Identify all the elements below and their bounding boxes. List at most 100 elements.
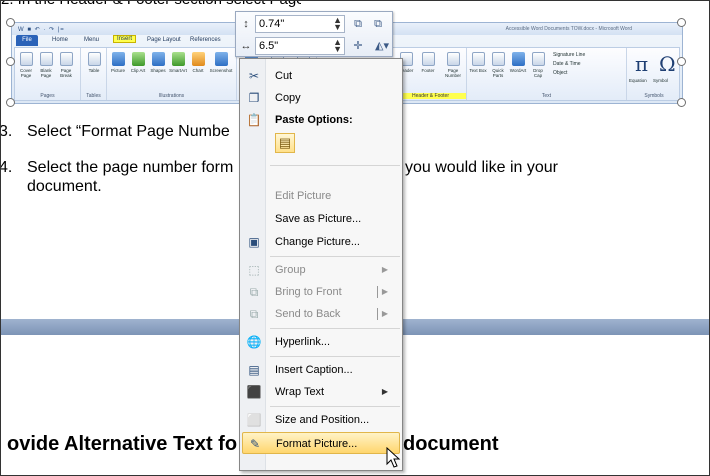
menu-separator xyxy=(270,165,400,166)
clip-art-button: Clip Art xyxy=(129,52,147,73)
menu-item-label: Paste Options: xyxy=(275,114,353,126)
document-partial-line: 2. In the Header & Footer section select… xyxy=(1,1,301,8)
picture-button: Picture xyxy=(109,52,127,73)
menu-item-label: Group xyxy=(275,264,306,276)
shape-height-icon: ↕ xyxy=(243,18,249,30)
blank-page-button: Blank Page xyxy=(37,52,55,78)
menu-separator xyxy=(270,406,400,407)
menu-item-label: Save as Picture... xyxy=(275,213,362,225)
keep-source-formatting-paste-icon[interactable]: ▤ xyxy=(275,133,295,153)
tab-home: Home xyxy=(52,37,69,43)
object-button: Object xyxy=(553,70,568,76)
step-4-number: 4. xyxy=(0,159,13,176)
section-heading-left: ovide Alternative Text fo xyxy=(7,433,238,455)
menu-item-copy[interactable]: ❐ Copy xyxy=(242,87,400,109)
menu-item-paste-options: 📋 Paste Options: xyxy=(242,109,400,131)
menu-item-hyperlink[interactable]: 🌐 Hyperlink... xyxy=(242,331,400,353)
menu-item-edit-picture[interactable]: Edit Picture xyxy=(242,185,400,207)
tab-insert: Insert xyxy=(113,35,137,43)
width-spinner-icon[interactable]: ▲ ▼ xyxy=(333,38,342,54)
crop-icon[interactable]: ✛ xyxy=(351,39,365,53)
resize-handle-top-left[interactable] xyxy=(6,18,15,27)
shape-fill-icon[interactable]: ◭▾ xyxy=(371,39,393,53)
picture-context-menu: ✂ Cut ❐ Copy 📋 Paste Options: ▤ Edit Pic… xyxy=(239,58,403,471)
equation-label: Equation xyxy=(629,78,647,83)
wordart-button: WordArt xyxy=(509,52,527,73)
section-heading-right: document xyxy=(403,433,499,455)
menu-separator xyxy=(270,356,400,357)
size-position-icon: ⬜ xyxy=(246,413,262,427)
shape-height-input[interactable]: 0.74" ▲ ▼ xyxy=(255,15,345,33)
menu-item-label: Edit Picture xyxy=(275,190,332,202)
resize-handle-bottom-left[interactable] xyxy=(6,98,15,107)
word-document-page: 2. In the Header & Footer section select… xyxy=(0,0,710,476)
menu-item-format-picture[interactable]: ✎ Format Picture... xyxy=(242,432,400,454)
shape-width-icon: ↔ xyxy=(240,40,252,52)
menu-item-cut[interactable]: ✂ Cut xyxy=(242,65,400,87)
footer-button: Footer xyxy=(419,52,437,73)
page-number-button: Page Number xyxy=(441,52,465,78)
menu-item-label: Change Picture... xyxy=(275,236,360,248)
group-symbols: π Ω Equation Symbol Symbols xyxy=(627,48,681,100)
group-label-header-footer: Header & Footer xyxy=(395,93,466,99)
tab-file: File xyxy=(16,35,38,46)
menu-item-save-as-picture[interactable]: Save as Picture... xyxy=(242,208,400,230)
shape-width-input[interactable]: 6.5" ▲ ▼ xyxy=(255,37,345,55)
menu-item-send-to-back[interactable]: ⧉ Send to Back ▶ xyxy=(242,303,400,325)
menu-item-change-picture[interactable]: ▣ Change Picture... xyxy=(242,231,400,253)
menu-item-label: Send to Back xyxy=(275,308,341,320)
symbol-label: Symbol xyxy=(653,78,669,83)
menu-item-label: Cut xyxy=(275,70,293,82)
menu-item-wrap-text[interactable]: ⬛ Wrap Text ▶ xyxy=(242,381,400,403)
bring-forward-icon[interactable]: ⧉ xyxy=(351,17,365,31)
group-header-footer: Header Footer Page Number Header & Foote… xyxy=(395,48,467,100)
resize-handle-top-right[interactable] xyxy=(677,18,686,27)
tab-references: References xyxy=(190,37,221,43)
height-spinner-icon[interactable]: ▲ ▼ xyxy=(333,16,342,32)
resize-handle-middle-right[interactable] xyxy=(677,57,686,66)
menu-item-size-and-position[interactable]: ⬜ Size and Position... xyxy=(242,409,400,431)
scissors-icon: ✂ xyxy=(248,69,260,83)
menu-item-label: Wrap Text xyxy=(275,386,325,398)
submenu-arrow-icon: ▶ xyxy=(381,287,388,296)
hyperlink-icon: 🌐 xyxy=(246,335,262,349)
drop-cap-button: Drop Cap xyxy=(529,52,547,78)
split-divider xyxy=(377,286,378,298)
menu-item-insert-caption[interactable]: ▤ Insert Caption... xyxy=(242,359,400,381)
symbols-labels: Equation Symbol xyxy=(629,78,679,83)
wrap-text-icon: ⬛ xyxy=(246,385,262,399)
text-box-button: Text Box xyxy=(469,52,487,73)
menu-separator xyxy=(270,256,400,257)
step-4-text-right: you would like in your xyxy=(405,159,558,176)
table-button: Table xyxy=(85,52,103,73)
window-title: Accessible Word Documents TOW.docx - Mic… xyxy=(505,26,632,32)
picture-size-mini-toolbar: ↕ 0.74" ▲ ▼ ⧉ ⧉ ↔ 6.5" ▲ ▼ ✛ ◭▾ xyxy=(235,11,393,57)
resize-handle-middle-left[interactable] xyxy=(6,57,15,66)
menu-item-label: Insert Caption... xyxy=(275,364,353,376)
send-backward-icon[interactable]: ⧉ xyxy=(371,17,385,31)
submenu-arrow-icon: ▶ xyxy=(381,309,388,318)
change-picture-icon: ▣ xyxy=(248,235,260,249)
menu-item-group[interactable]: ⬚ Group ▶ xyxy=(242,259,400,281)
date-time-button: Date & Time xyxy=(553,61,581,67)
copy-icon: ❐ xyxy=(248,91,260,105)
shapes-button: Shapes xyxy=(149,52,167,73)
format-picture-icon: ✎ xyxy=(249,437,261,451)
caption-icon: ▤ xyxy=(248,363,260,377)
menu-item-bring-to-front[interactable]: ⧉ Bring to Front ▶ xyxy=(242,281,400,303)
symbol-icon: Ω xyxy=(659,52,676,76)
send-back-icon: ⧉ xyxy=(249,307,259,321)
mouse-pointer-icon xyxy=(386,447,401,468)
page-break-button: Page Break xyxy=(57,52,75,78)
resize-handle-bottom-right[interactable] xyxy=(677,98,686,107)
group-label-illustrations: Illustrations xyxy=(158,93,185,99)
group-text: Text Box Quick Parts WordArt Drop Cap Si… xyxy=(467,48,627,100)
menu-item-label: Hyperlink... xyxy=(275,336,331,348)
step-4-text-left: Select the page number form xyxy=(27,159,234,176)
tab-menu: Menu xyxy=(84,37,100,43)
step-3-text: Select “Format Page Numbe xyxy=(27,123,230,140)
group-pages: Cover Page Blank Page Page Break Pages xyxy=(15,48,81,100)
tab-page-layout: Page Layout xyxy=(147,37,181,43)
signature-line-button: Signature Line xyxy=(553,52,586,58)
text-side-buttons: Signature Line Date & Time Object xyxy=(553,51,585,78)
